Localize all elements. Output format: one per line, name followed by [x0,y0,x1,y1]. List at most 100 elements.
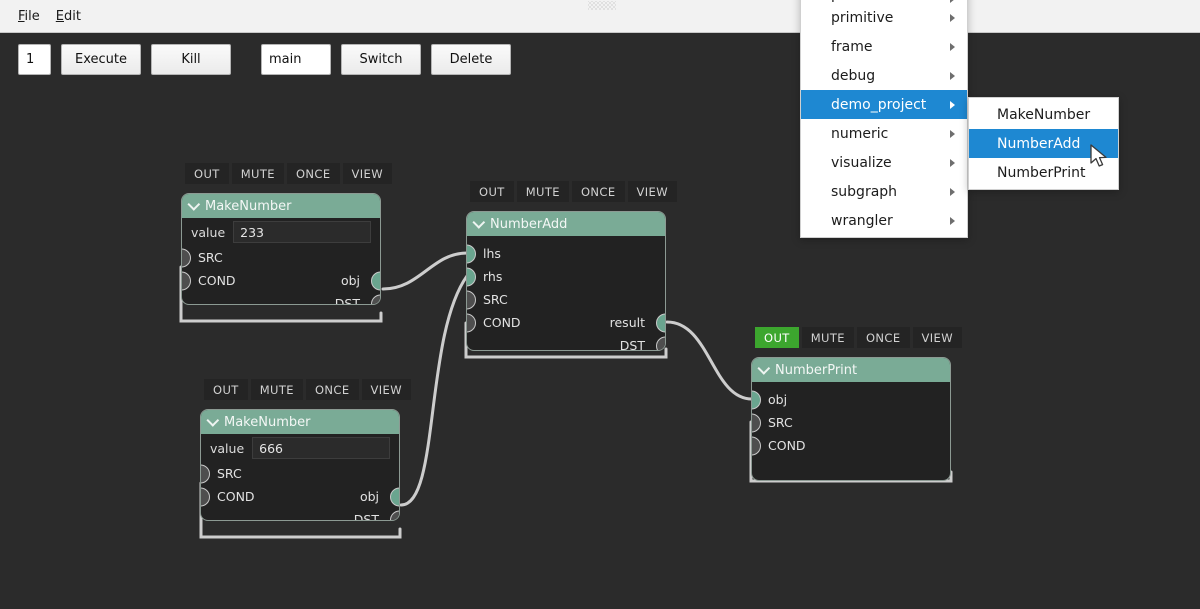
port-dot-cond[interactable] [201,487,210,506]
kill-button[interactable]: Kill [151,44,231,75]
port-dot-src[interactable] [182,248,191,267]
param-row-value[interactable]: value 233 [182,218,380,246]
menu-file[interactable]: File [10,6,48,27]
ctx-item-subgraph[interactable]: subgraph [801,177,967,206]
port-dot-obj[interactable] [390,487,399,506]
node-box[interactable]: NumberPrint obj SRC COND DST [751,357,951,481]
node-out-button[interactable]: OUT [185,163,229,184]
port-dot-result[interactable] [656,313,665,332]
port-dot-src[interactable] [201,464,210,483]
param-row-value[interactable]: value 666 [201,434,399,462]
port-row-dst[interactable]: DST [201,508,399,521]
submenu-item-label: NumberAdd [997,135,1081,152]
switch-button[interactable]: Switch [341,44,421,75]
port-dot-cond[interactable] [467,313,476,332]
frame-input[interactable] [18,44,51,75]
execute-button[interactable]: Execute [61,44,141,75]
ctx-item-numeric[interactable]: numeric [801,119,967,148]
node-header[interactable]: MakeNumber [201,410,399,434]
ctx-item-primitive[interactable]: primitive [801,3,967,32]
port-dot-obj[interactable] [371,271,380,290]
node-header[interactable]: MakeNumber [182,194,380,218]
node-view-button[interactable]: VIEW [627,181,677,202]
node-button-row: OUT MUTE ONCE VIEW [755,327,962,348]
submenu-item-make-number[interactable]: MakeNumber [969,100,1118,129]
port-row-cond[interactable]: COND result [467,311,665,334]
node-box[interactable]: MakeNumber value 233 SRC COND obj DST [181,193,381,305]
submenu-item-number-print[interactable]: NumberPrint [969,158,1118,187]
node-out-button[interactable]: OUT [204,379,248,400]
delete-button[interactable]: Delete [431,44,511,75]
node-once-button[interactable]: ONCE [571,181,625,202]
node-header[interactable]: NumberAdd [467,212,665,236]
port-dot-lhs[interactable] [467,244,476,263]
chevron-right-icon [950,158,955,167]
port-row-dst[interactable]: DST [752,479,950,480]
chevron-down-icon[interactable] [757,361,771,375]
chevron-down-icon[interactable] [472,215,486,229]
chevron-right-icon [950,129,955,138]
ctx-item-debug[interactable]: debug [801,61,967,90]
port-label-obj: obj [359,489,379,504]
port-row-rhs[interactable]: rhs [467,265,665,288]
port-row-cond[interactable]: COND obj [182,269,380,292]
wire-obj1-to-lhs [381,251,469,291]
toolbar-grip-dots [588,1,616,10]
port-label-lhs: lhs [483,246,501,261]
node-once-button[interactable]: ONCE [856,327,910,348]
node-view-button[interactable]: VIEW [912,327,962,348]
menu-edit[interactable]: Edit [48,6,89,27]
port-row-cond[interactable]: COND obj [201,485,399,508]
node-box[interactable]: MakeNumber value 666 SRC COND obj DST [200,409,400,521]
demo-project-submenu[interactable]: MakeNumber NumberAdd NumberPrint [968,97,1119,190]
port-dot-cond[interactable] [752,436,761,455]
node-mute-button[interactable]: MUTE [801,327,854,348]
node-mute-button[interactable]: MUTE [231,163,284,184]
port-row-src[interactable]: SRC [752,411,950,434]
ctx-item-wrangler[interactable]: wrangler [801,206,967,235]
port-row-cond[interactable]: COND [752,434,950,457]
submenu-item-number-add[interactable]: NumberAdd [969,129,1118,158]
node-once-button[interactable]: ONCE [286,163,340,184]
port-dot-src[interactable] [467,290,476,309]
chevron-down-icon[interactable] [206,413,220,427]
port-label-dst: DST [353,512,379,521]
graph-name-input[interactable] [261,44,331,75]
port-row-src[interactable]: SRC [201,462,399,485]
port-dot-dst[interactable] [390,510,399,520]
node-box[interactable]: NumberAdd lhs rhs SRC COND result DST [466,211,666,351]
port-row-src[interactable]: SRC [182,246,380,269]
ctx-item-demo-project[interactable]: demo_project [801,90,967,119]
port-dot-src[interactable] [752,413,761,432]
node-header[interactable]: NumberPrint [752,358,950,382]
port-dot-obj[interactable] [752,390,761,409]
chevron-down-icon[interactable] [187,197,201,211]
ctx-item-label: numeric [831,125,889,142]
node-once-button[interactable]: ONCE [305,379,359,400]
node-create-context-menu[interactable]: particles primitive frame debug demo_pro… [800,0,968,238]
port-dot-rhs[interactable] [467,267,476,286]
port-dot-cond[interactable] [182,271,191,290]
node-out-button[interactable]: OUT [755,327,799,348]
node-body: value 233 SRC COND obj DST [182,218,380,304]
node-view-button[interactable]: VIEW [342,163,392,184]
port-dot-dst[interactable] [656,336,665,350]
port-row-src[interactable]: SRC [467,288,665,311]
node-mute-button[interactable]: MUTE [516,181,569,202]
port-row-dst[interactable]: DST [182,292,380,304]
node-out-button[interactable]: OUT [470,181,514,202]
ctx-item-label: primitive [831,9,894,26]
node-view-button[interactable]: VIEW [361,379,411,400]
param-label: value [191,224,226,240]
menu-edit-rest: dit [64,8,81,24]
port-dot-dst[interactable] [371,294,380,304]
param-value-field[interactable]: 233 [233,221,371,243]
port-row-obj[interactable]: obj [752,388,950,411]
node-mute-button[interactable]: MUTE [250,379,303,400]
param-value-field[interactable]: 666 [252,437,390,459]
port-label-src: SRC [483,292,508,307]
port-row-lhs[interactable]: lhs [467,242,665,265]
port-row-dst[interactable]: DST [467,334,665,350]
ctx-item-frame[interactable]: frame [801,32,967,61]
ctx-item-visualize[interactable]: visualize [801,148,967,177]
